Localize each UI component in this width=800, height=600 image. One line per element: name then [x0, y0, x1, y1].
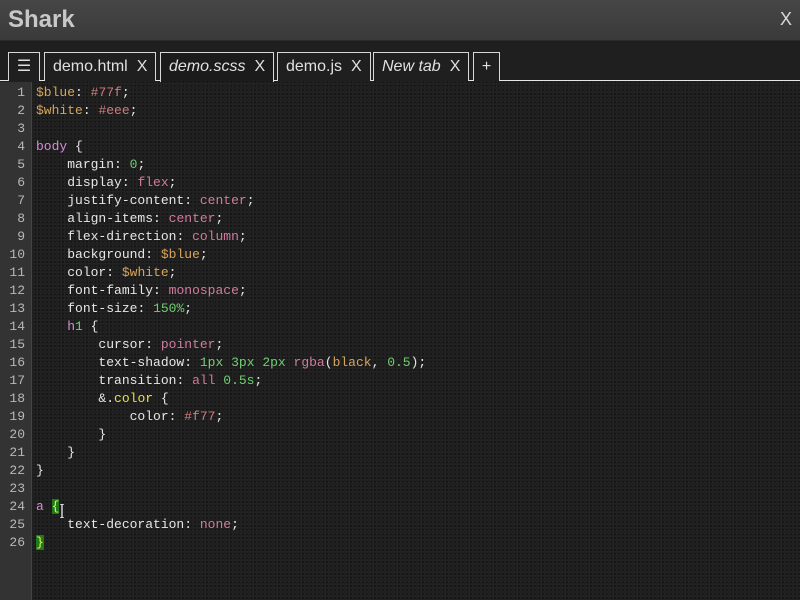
- line-number: 3: [17, 121, 25, 136]
- tab-demo-html[interactable]: demo.html X: [44, 52, 157, 81]
- line-number: 11: [9, 265, 25, 280]
- code-line: }: [98, 427, 107, 442]
- code-line: }: [36, 463, 44, 478]
- line-number: 5: [17, 157, 25, 172]
- line-number: 2: [17, 103, 25, 118]
- code-editor[interactable]: 1 2 3 4 5 6 7 8 9 10 11 12 13 14 15 16 17 18 19 20 21 22 23 24 2…: [0, 82, 800, 600]
- code-line: text-shadow: 1px 3px 2px rgba(black, 0.5…: [98, 355, 427, 370]
- code-line: }: [36, 535, 44, 550]
- line-number: 22: [9, 463, 25, 478]
- tab-label: New tab: [382, 58, 441, 75]
- add-tab-button[interactable]: +: [473, 52, 500, 81]
- code-line: cursor: pointer;: [98, 337, 224, 352]
- code-line: text-decoration: none;: [67, 517, 239, 532]
- line-number: 20: [9, 427, 25, 442]
- line-number: 6: [17, 175, 25, 190]
- code-line: body {: [36, 139, 83, 154]
- code-line: transition: all 0.5s;: [98, 373, 263, 388]
- line-number: 13: [9, 301, 25, 316]
- app-title: Shark: [8, 6, 75, 33]
- line-number: 23: [9, 481, 25, 496]
- line-number: 17: [9, 373, 25, 388]
- line-number: 15: [9, 337, 25, 352]
- menu-button[interactable]: ☰: [8, 52, 40, 81]
- hamburger-menu-icon: ☰: [16, 58, 32, 75]
- code-line: color: #f77;: [129, 409, 224, 424]
- code-line: color: $white;: [67, 265, 177, 280]
- tab-label: demo.js: [286, 58, 343, 75]
- code-line: $blue: #77f;: [36, 85, 130, 100]
- close-window-button[interactable]: X: [780, 9, 792, 29]
- code-line: &.color {: [98, 391, 169, 406]
- title-bar: Shark X: [0, 0, 800, 41]
- tab-new-tab[interactable]: New tab X: [373, 52, 470, 81]
- line-number: 1: [17, 85, 25, 100]
- line-number: 24: [9, 499, 25, 514]
- tab-label: demo.scss: [169, 58, 246, 75]
- tab-bar: ☰ demo.html X demo.scss X demo.js X New tab…: [0, 41, 800, 82]
- plus-icon: +: [481, 58, 492, 75]
- code-line: flex-direction: column;: [67, 229, 247, 244]
- text-cursor-icon: [60, 504, 64, 518]
- tab-demo-scss[interactable]: demo.scss X: [160, 52, 275, 82]
- line-number-gutter: 1 2 3 4 5 6 7 8 9 10 11 12 13 14 15 16 17 18 19 20 21 22 23 24 2…: [0, 82, 32, 600]
- line-number: 10: [9, 247, 25, 262]
- line-number: 18: [9, 391, 25, 406]
- code-line: display: flex;: [67, 175, 177, 190]
- code-line: justify-content: center;: [67, 193, 255, 208]
- line-number: 7: [17, 193, 25, 208]
- tab-demo-js[interactable]: demo.js X: [277, 52, 371, 81]
- code-line: align-items: center;: [67, 211, 224, 226]
- code-line: background: $blue;: [67, 247, 208, 262]
- tab-close-button[interactable]: X: [450, 58, 461, 75]
- line-number: 8: [17, 211, 25, 226]
- line-number: 14: [9, 319, 25, 334]
- code-line: h1 {: [67, 319, 99, 334]
- code-line: a {: [36, 499, 60, 514]
- tab-close-button[interactable]: X: [351, 58, 362, 75]
- tab-close-button[interactable]: X: [137, 58, 148, 75]
- line-number: 26: [9, 535, 25, 550]
- code-line: font-size: 150%;: [67, 301, 193, 316]
- line-number: 12: [9, 283, 25, 298]
- code-line: }: [67, 445, 76, 460]
- code-line: $white: #eee;: [36, 103, 138, 118]
- line-number: 25: [9, 517, 25, 532]
- code-line: font-family: monospace;: [67, 283, 247, 298]
- tab-label: demo.html: [53, 58, 128, 75]
- line-number: 9: [17, 229, 25, 244]
- line-number: 4: [17, 139, 25, 154]
- line-number: 16: [9, 355, 25, 370]
- tab-close-button[interactable]: X: [254, 58, 265, 75]
- code-line: margin: 0;: [67, 157, 146, 172]
- line-number: 21: [9, 445, 25, 460]
- line-number: 19: [9, 409, 25, 424]
